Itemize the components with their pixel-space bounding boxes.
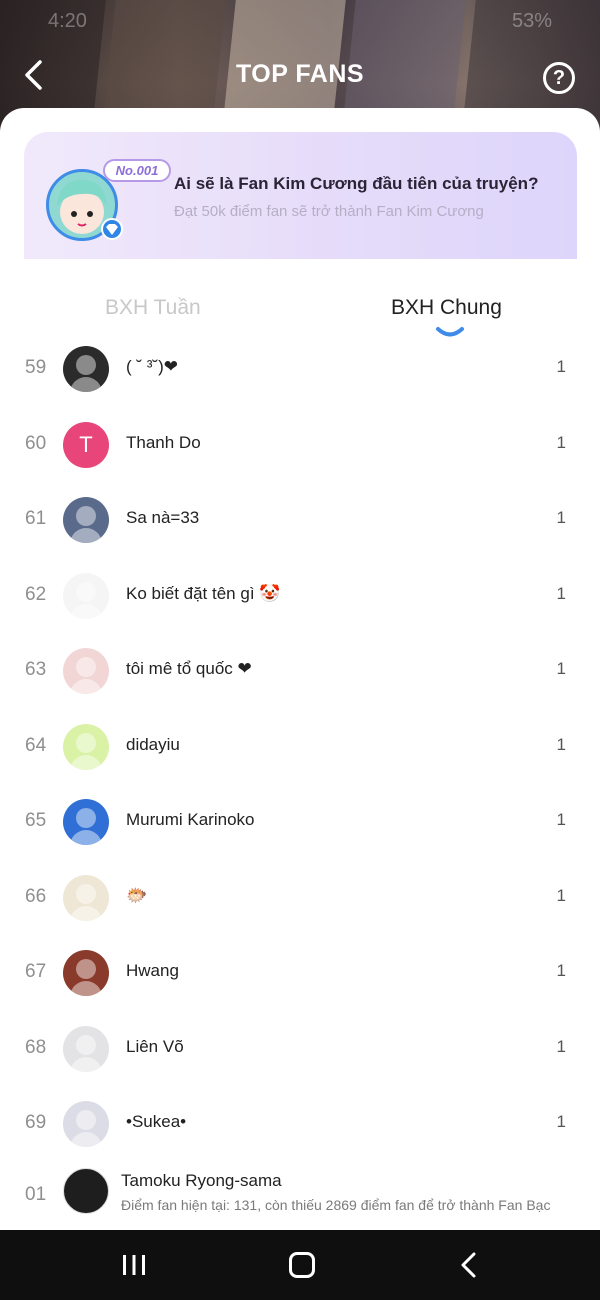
system-nav-bar [0, 1230, 600, 1300]
avatar-body [70, 1132, 102, 1147]
help-icon[interactable]: ? [543, 62, 575, 94]
fan-name: Liên Võ [126, 1036, 184, 1056]
fan-score: 1 [556, 357, 566, 376]
fan-score: 1 [556, 961, 566, 980]
status-battery: 53% [511, 10, 552, 32]
fan-avatar[interactable]: T [63, 421, 109, 468]
avatar-body [70, 377, 102, 392]
fan-score: 1 [556, 659, 566, 678]
avatar-body [70, 528, 102, 543]
fan-rank: 63 [25, 659, 47, 680]
fan-row[interactable]: 60 T Thanh Do 1 [0, 416, 600, 476]
fan-avatar[interactable] [63, 346, 109, 392]
fan-row[interactable]: 68 Liên Võ 1 [0, 1020, 600, 1080]
fan-avatar[interactable] [63, 1025, 109, 1072]
fan-avatar[interactable] [63, 497, 109, 543]
tab-overall[interactable]: BXH Chung [391, 296, 502, 320]
nav-back-icon[interactable] [458, 1252, 478, 1278]
rank-badge: No.001 [103, 159, 171, 182]
avatar-silhouette [76, 959, 96, 979]
tab-weekly[interactable]: BXH Tuần [105, 296, 201, 320]
fan-score: 1 [556, 432, 566, 452]
fan-score: 1 [556, 508, 566, 527]
my-rank: 01 [25, 1184, 47, 1205]
fan-rank: 60 [25, 432, 47, 454]
avatar-initial: T [79, 431, 93, 457]
avatar-silhouette [76, 1034, 96, 1055]
avatar-body [70, 1056, 102, 1072]
avatar-silhouette [76, 506, 96, 526]
ranking-tabs: BXH Tuần BXH Chung [0, 286, 600, 346]
avatar-body [70, 754, 102, 770]
fan-name: didayiu [126, 734, 180, 754]
avatar-body [70, 981, 102, 996]
fan-name: •Sukea• [126, 1112, 187, 1131]
avatar-silhouette [76, 732, 96, 753]
fan-rank: 67 [25, 961, 47, 982]
fan-score: 1 [556, 1112, 566, 1131]
my-rank-row[interactable]: 01 Tamoku Ryong-sama Điểm fan hiện tại: … [0, 1162, 600, 1222]
fan-avatar[interactable] [63, 874, 109, 921]
fan-row[interactable]: 65 Murumi Karinoko 1 [0, 793, 600, 853]
fan-name: 🐡 [126, 885, 148, 905]
fan-avatar[interactable] [63, 572, 109, 619]
diamond-fan-promo: No.001 Ai sẽ là Fan Kim Cương đầu tiên c… [24, 132, 577, 259]
fan-row[interactable]: 66 🐡 1 [0, 869, 600, 929]
fan-avatar[interactable] [63, 950, 109, 996]
avatar-body [70, 679, 102, 694]
recent-apps-icon[interactable] [122, 1254, 146, 1276]
status-bar: 4:20 53% [0, 8, 600, 38]
fan-rank: 64 [25, 734, 47, 756]
home-icon[interactable] [289, 1252, 315, 1278]
my-name: Tamoku Ryong-sama [121, 1171, 282, 1190]
fan-name: Hwang [126, 961, 179, 980]
avatar-silhouette [76, 657, 96, 677]
fan-name: tôi mê tổ quốc ❤ [126, 659, 252, 678]
fan-row[interactable]: 67 Hwang 1 [0, 944, 600, 1004]
fan-row[interactable]: 69 •Sukea• 1 [0, 1095, 600, 1155]
my-progress-text: Điểm fan hiện tại: 131, còn thiếu 2869 đ… [121, 1197, 551, 1213]
fan-rank: 62 [25, 583, 47, 605]
fan-rank: 59 [25, 357, 47, 378]
fan-score: 1 [556, 734, 566, 754]
avatar-body [70, 603, 102, 619]
fan-rank: 69 [25, 1112, 47, 1133]
fan-score: 1 [556, 810, 566, 829]
fan-row[interactable]: 62 Ko biết đặt tên gì 🤡 1 [0, 567, 600, 627]
promo-subtext: Đạt 50k điểm fan sẽ trở thành Fan Kim Cư… [174, 203, 484, 220]
fan-row[interactable]: 63 tôi mê tổ quốc ❤ 1 [0, 642, 600, 702]
active-tab-indicator [436, 327, 464, 337]
diamond-icon [101, 218, 123, 240]
avatar-silhouette [76, 883, 96, 904]
fan-score: 1 [556, 1036, 566, 1056]
fan-rank: 61 [25, 508, 47, 529]
fan-score: 1 [556, 583, 566, 603]
fan-name: Murumi Karinoko [126, 810, 255, 829]
fan-name: Ko biết đặt tên gì 🤡 [126, 583, 281, 603]
fan-avatar[interactable] [63, 799, 109, 845]
fan-score: 1 [556, 885, 566, 905]
fan-row[interactable]: 64 didayiu 1 [0, 718, 600, 778]
avatar-silhouette [76, 1110, 96, 1130]
my-avatar [63, 1168, 109, 1214]
avatar-body [70, 905, 102, 921]
fan-name: Thanh Do [126, 432, 201, 452]
avatar-body [70, 830, 102, 845]
fan-rank: 68 [25, 1036, 47, 1058]
fan-avatar[interactable] [63, 1101, 109, 1147]
fan-name: Sa nà=33 [126, 508, 200, 527]
fan-avatar[interactable] [63, 723, 109, 770]
fan-rank: 66 [25, 885, 47, 907]
avatar-silhouette [76, 355, 96, 375]
fan-name: ( ˘ ³˘)❤ [126, 357, 178, 376]
avatar-silhouette [76, 581, 96, 602]
fan-rank: 65 [25, 810, 47, 831]
promo-headline: Ai sẽ là Fan Kim Cương đầu tiên của truy… [174, 174, 539, 193]
page-title: TOP FANS [235, 60, 365, 88]
fan-row[interactable]: 61 Sa nà=33 1 [0, 491, 600, 551]
avatar-silhouette [76, 808, 96, 828]
fan-row[interactable]: 59 ( ˘ ³˘)❤ 1 [0, 340, 600, 400]
status-time: 4:20 [48, 10, 87, 32]
fan-avatar[interactable] [63, 648, 109, 694]
